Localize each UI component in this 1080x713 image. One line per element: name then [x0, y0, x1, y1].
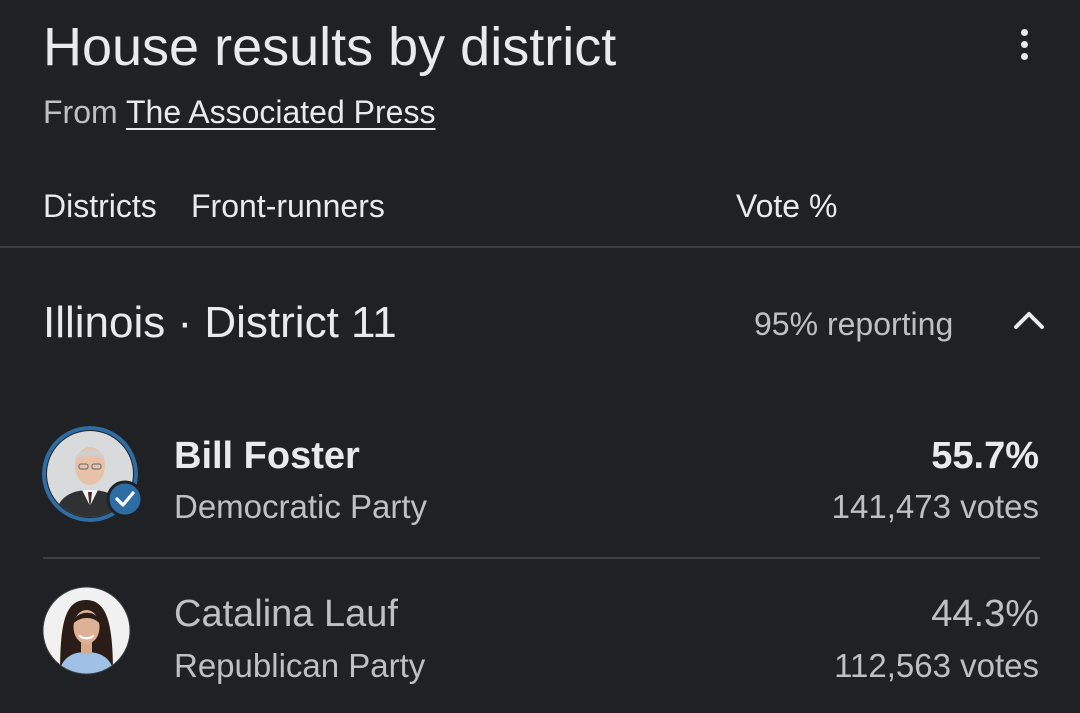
- reporting-status: 95% reporting: [754, 306, 954, 342]
- more-options-dot: [1020, 28, 1028, 36]
- more-options-dot: [1020, 52, 1028, 60]
- candidate-vote-percent: 55.7%: [931, 435, 1039, 477]
- candidate-vote-percent: 44.3%: [931, 593, 1039, 635]
- card-title: House results by district: [43, 17, 617, 77]
- candidate-vote-count: 141,473 votes: [831, 488, 1039, 525]
- candidate-divider: [43, 557, 1040, 559]
- tab-districts[interactable]: Districts: [43, 186, 157, 226]
- header-divider: [0, 246, 1080, 248]
- winner-check-icon: [106, 480, 144, 518]
- candidate-name: Catalina Lauf: [174, 593, 398, 635]
- tab-front-runners[interactable]: Front-runners: [191, 186, 385, 226]
- candidate-name: Bill Foster: [174, 435, 360, 477]
- source-line: From The Associated Press: [43, 92, 435, 132]
- candidate-party: Democratic Party: [174, 488, 428, 525]
- more-options-dot: [1020, 40, 1028, 48]
- candidate-vote-count: 112,563 votes: [834, 647, 1039, 684]
- district-name: Illinois · District 11: [43, 298, 397, 347]
- more-options-icon[interactable]: [1004, 24, 1044, 64]
- candidate-avatar-catalina-lauf: [42, 586, 131, 675]
- candidate-party: Republican Party: [174, 647, 426, 684]
- source-prefix: From: [43, 94, 118, 130]
- chevron-up-icon[interactable]: [1008, 302, 1050, 338]
- column-header-vote-percent: Vote %: [736, 188, 838, 224]
- source-link[interactable]: The Associated Press: [126, 94, 435, 130]
